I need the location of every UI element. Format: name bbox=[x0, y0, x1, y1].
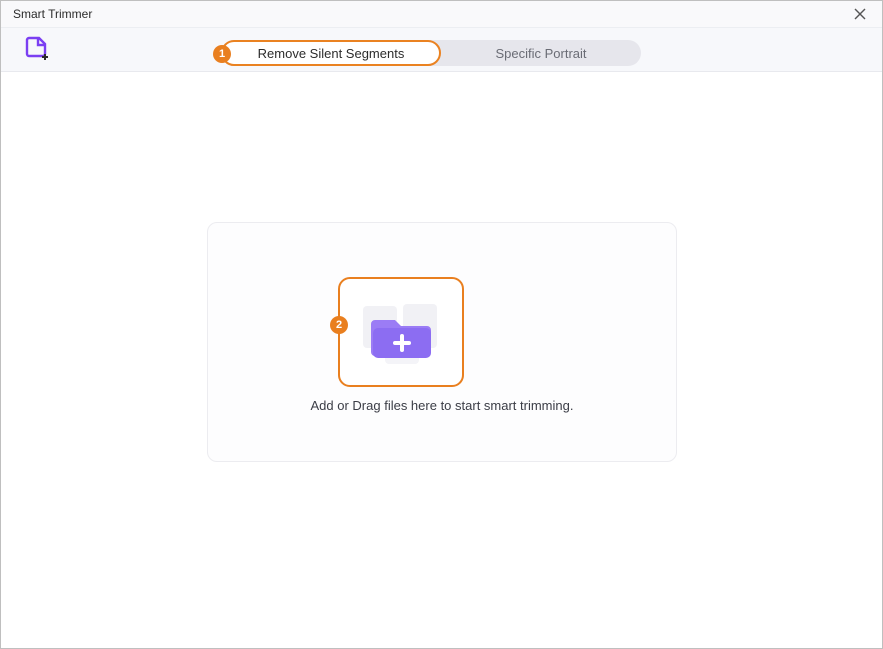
tab-specific-portrait[interactable]: Specific Portrait bbox=[441, 40, 641, 66]
dropzone-hint: Add or Drag files here to start smart tr… bbox=[208, 398, 676, 413]
close-button[interactable] bbox=[838, 1, 882, 27]
folder-plus-icon bbox=[353, 292, 449, 372]
window-title: Smart Trimmer bbox=[13, 7, 92, 21]
add-file-button[interactable]: 2 bbox=[338, 277, 464, 387]
step-badge-1-label: 1 bbox=[219, 48, 225, 60]
file-dropzone[interactable]: 2 Add or Drag files here to start smart … bbox=[207, 222, 677, 462]
step-badge-1: 1 bbox=[213, 45, 231, 63]
step-badge-2-label: 2 bbox=[336, 319, 342, 331]
tab-remove-silent-label: Remove Silent Segments bbox=[258, 46, 405, 61]
close-icon bbox=[854, 8, 866, 20]
main-content: 2 Add or Drag files here to start smart … bbox=[1, 72, 882, 648]
tab-remove-silent[interactable]: 1 Remove Silent Segments bbox=[221, 40, 441, 66]
toolbar: 1 Remove Silent Segments Specific Portra… bbox=[1, 28, 882, 72]
file-plus-icon bbox=[23, 36, 51, 64]
step-badge-2: 2 bbox=[330, 316, 348, 334]
tab-specific-portrait-label: Specific Portrait bbox=[495, 46, 586, 61]
segmented-control: 1 Remove Silent Segments Specific Portra… bbox=[221, 40, 641, 66]
titlebar: Smart Trimmer bbox=[1, 1, 882, 28]
app-logo bbox=[23, 36, 51, 64]
